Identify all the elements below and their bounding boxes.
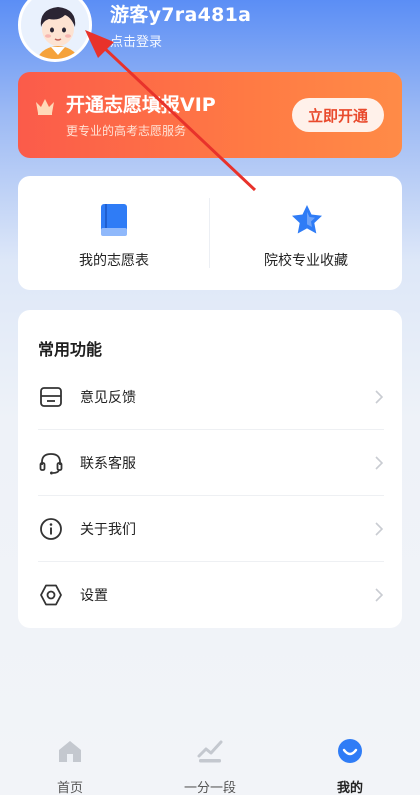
book-icon: [101, 204, 127, 236]
menu-item-label: 关于我们: [80, 522, 136, 538]
quick-item-favorites[interactable]: 院校专业收藏: [210, 176, 402, 290]
vip-banner[interactable]: 开通志愿填报VIP 更专业的高考志愿服务 立即开通: [18, 72, 402, 158]
crown-icon: [36, 99, 54, 115]
tab-label: 一分一段: [183, 781, 236, 795]
feedback-icon: [40, 387, 62, 407]
menu-item-about-us[interactable]: 关于我们: [38, 496, 384, 562]
username: 游客y7ra481a: [110, 4, 252, 26]
info-icon: [40, 518, 62, 540]
tab-label: 我的: [336, 781, 363, 795]
quick-item-label: 院校专业收藏: [264, 253, 348, 269]
chevron-right-icon: [375, 390, 384, 404]
menu-item-label: 联系客服: [80, 456, 136, 472]
quick-item-label: 我的志愿表: [79, 253, 149, 269]
menu-item-label: 设置: [80, 588, 108, 604]
star-icon: [292, 205, 322, 234]
tab-score-rank[interactable]: 一分一段: [140, 725, 280, 795]
menu-item-feedback[interactable]: 意见反馈: [38, 364, 384, 430]
profile-icon: [338, 739, 362, 763]
common-functions-card: 常用功能 意见反馈 联系客服 关于我们 设置: [18, 310, 402, 628]
chevron-right-icon: [375, 522, 384, 536]
section-title: 常用功能: [38, 340, 103, 359]
avatar-illustration: [21, 0, 89, 59]
open-vip-button[interactable]: 立即开通: [292, 98, 384, 132]
tab-home[interactable]: 首页: [0, 725, 140, 795]
profile-header: 游客y7ra481a 点击登录: [0, 0, 420, 70]
menu-item-label: 意见反馈: [80, 390, 136, 406]
chevron-right-icon: [375, 456, 384, 470]
chart-icon: [197, 740, 223, 763]
settings-icon: [40, 584, 62, 606]
home-icon: [59, 741, 81, 762]
vip-subtitle: 更专业的高考志愿服务: [66, 124, 187, 138]
avatar[interactable]: [18, 0, 92, 62]
menu-item-contact-support[interactable]: 联系客服: [38, 430, 384, 496]
login-link[interactable]: 点击登录: [110, 31, 162, 50]
chevron-right-icon: [375, 588, 384, 602]
quick-item-my-volunteer-table[interactable]: 我的志愿表: [18, 176, 210, 290]
tab-label: 首页: [56, 781, 83, 795]
bottom-tab-bar: 首页 一分一段 我的: [0, 725, 420, 795]
headset-icon: [39, 453, 63, 475]
vip-title: 开通志愿填报VIP: [66, 94, 216, 116]
tab-mine[interactable]: 我的: [280, 725, 420, 795]
menu-item-settings[interactable]: 设置: [38, 562, 384, 628]
quick-access-card: 我的志愿表 院校专业收藏: [18, 176, 402, 290]
